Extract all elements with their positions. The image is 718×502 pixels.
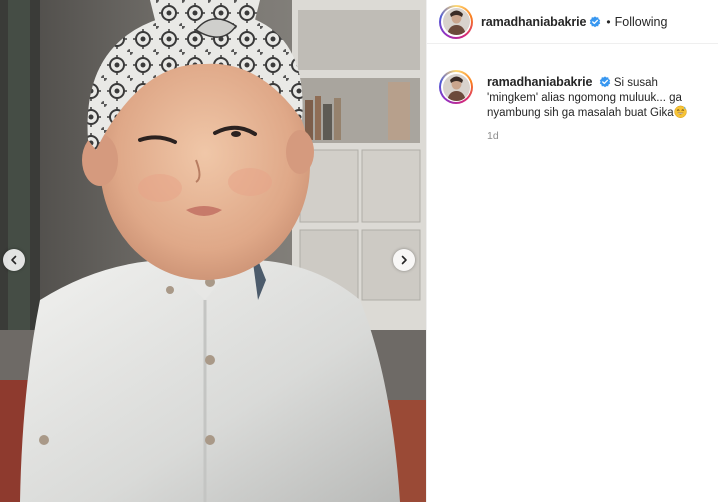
caption-row: ramadhaniabakrie Si susah 'mingkem' alia… [427, 44, 718, 142]
chevron-left-icon [11, 255, 17, 265]
avatar-ring-inner [441, 72, 471, 102]
post-photo [0, 0, 426, 502]
author-avatar[interactable] [439, 4, 473, 39]
caption-text: ramadhaniabakrie Si susah 'mingkem' alia… [487, 75, 702, 121]
post-header: ramadhaniabakrie • Following [427, 0, 718, 44]
previous-slide-button[interactable] [3, 249, 25, 271]
caption-author-avatar[interactable] [439, 70, 473, 104]
caption-username[interactable]: ramadhaniabakrie [487, 75, 593, 89]
chevron-right-icon [401, 255, 407, 265]
verified-badge-icon [599, 76, 610, 88]
verified-badge-icon [590, 15, 601, 27]
author-username[interactable]: ramadhaniabakrie [481, 15, 587, 29]
following-button[interactable]: Following [615, 15, 668, 29]
post-side-panel: ramadhaniabakrie • Following ramadhaniab… [426, 0, 718, 502]
post-media[interactable] [0, 0, 426, 502]
post-timestamp[interactable]: 1d [487, 130, 702, 142]
instagram-post: ramadhaniabakrie • Following ramadhaniab… [0, 0, 718, 502]
caption-body: ramadhaniabakrie Si susah 'mingkem' alia… [487, 70, 702, 142]
smiling-face-with-sweat-emoji [674, 105, 687, 119]
separator-dot: • [606, 14, 611, 29]
profile-photo [442, 8, 470, 35]
avatar-ring-inner [441, 6, 471, 37]
next-slide-button[interactable] [393, 249, 415, 271]
profile-photo [442, 73, 470, 101]
